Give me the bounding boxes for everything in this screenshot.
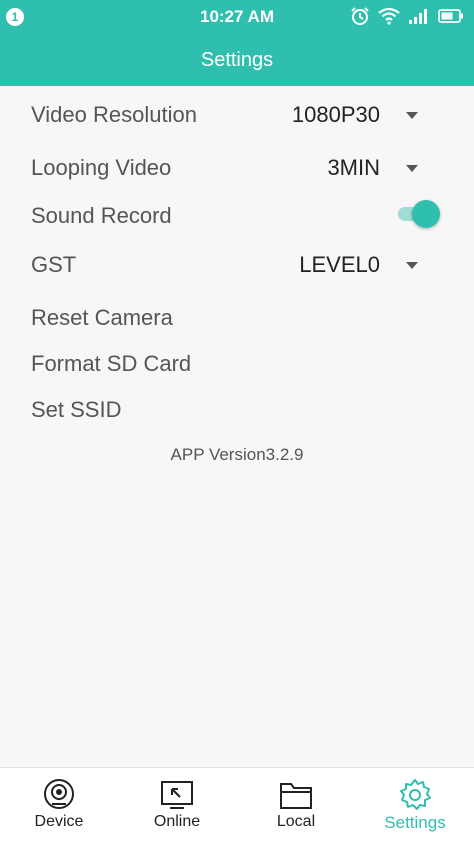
alarm-icon (351, 7, 369, 25)
set-ssid-row[interactable]: Set SSID (0, 387, 474, 431)
sound-record-toggle[interactable] (398, 200, 440, 228)
battery-icon (438, 9, 463, 23)
tab-settings-label: Settings (384, 813, 446, 832)
online-icon (161, 781, 193, 809)
sound-record-label: Sound Record (31, 203, 172, 228)
chevron-down-icon[interactable] (406, 262, 418, 269)
video-resolution-row[interactable]: Video Resolution 1080P30 (0, 92, 474, 136)
tab-online-label: Online (153, 813, 201, 830)
format-sd-card-row[interactable]: Format SD Card (0, 341, 474, 385)
toggle-knob (412, 200, 440, 228)
set-ssid-label[interactable]: Set SSID (31, 397, 121, 423)
gst-label: GST (31, 252, 77, 277)
reset-camera-row[interactable]: Reset Camera (0, 295, 474, 339)
reset-camera-label[interactable]: Reset Camera (31, 305, 173, 331)
status-bar: 1 10:27 AM (0, 0, 474, 34)
app-version: APP Version3.2.9 (170, 445, 304, 464)
chevron-down-icon[interactable] (406, 112, 418, 119)
folder-icon (280, 783, 312, 809)
tab-device[interactable]: Device (0, 768, 118, 843)
wifi-icon (378, 7, 400, 25)
video-resolution-label: Video Resolution (31, 102, 197, 127)
tab-device-label: Device (34, 813, 84, 830)
tab-local[interactable]: Local (237, 768, 355, 843)
webcam-icon (44, 779, 74, 809)
gear-icon (400, 779, 431, 810)
gst-row[interactable]: GST LEVEL0 (0, 242, 474, 286)
signal-icon (409, 9, 427, 24)
sound-record-row: Sound Record (0, 193, 474, 237)
chevron-down-icon[interactable] (406, 165, 418, 172)
tab-settings[interactable]: Settings (356, 768, 474, 843)
status-icons (350, 6, 464, 26)
page-title: Settings (0, 34, 474, 86)
tab-online[interactable]: Online (118, 768, 236, 843)
tab-local-label: Local (276, 813, 316, 830)
video-resolution-value[interactable]: 1080P30 (292, 102, 380, 128)
tab-bar: Device Online Local Settings (0, 767, 474, 843)
format-sd-card-label[interactable]: Format SD Card (31, 351, 191, 377)
looping-video-value[interactable]: 3MIN (327, 155, 380, 181)
gst-value[interactable]: LEVEL0 (299, 252, 380, 278)
looping-video-row[interactable]: Looping Video 3MIN (0, 145, 474, 189)
looping-video-label: Looping Video (31, 155, 172, 180)
